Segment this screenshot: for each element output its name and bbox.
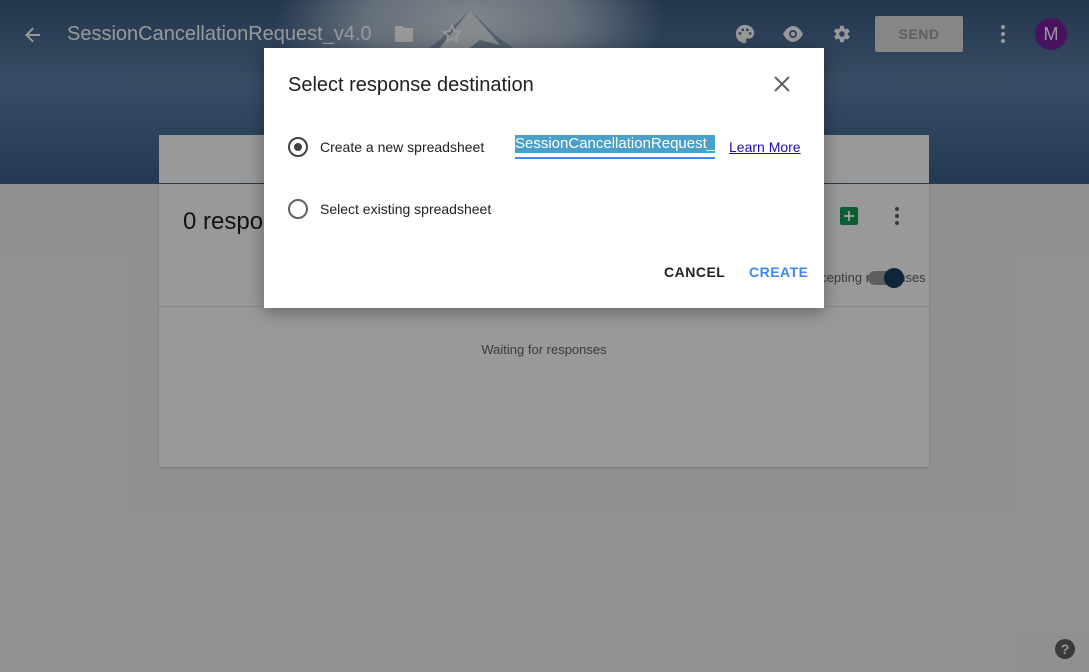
option-new-spreadsheet[interactable]: Create a new spreadsheet: [288, 137, 484, 157]
spreadsheet-name-input[interactable]: SessionCancellationRequest_v4.0 (Respons…: [515, 135, 715, 159]
learn-more-link[interactable]: Learn More: [729, 139, 801, 155]
option-new-label: Create a new spreadsheet: [320, 139, 485, 155]
spreadsheet-name-text: SessionCancellationRequest_v4.0 (Respons…: [515, 135, 715, 153]
radio-existing-spreadsheet[interactable]: [288, 199, 308, 219]
option-existing-label: Select existing spreadsheet: [320, 201, 492, 217]
dialog-title: Select response destination: [288, 74, 534, 96]
response-destination-dialog: Select response destination Create a new…: [264, 48, 824, 308]
cancel-button[interactable]: CANCEL: [664, 264, 725, 280]
close-icon[interactable]: [770, 72, 794, 96]
option-existing-spreadsheet[interactable]: Select existing spreadsheet: [288, 199, 491, 219]
radio-new-spreadsheet[interactable]: [288, 137, 308, 157]
create-button[interactable]: CREATE: [749, 264, 809, 280]
